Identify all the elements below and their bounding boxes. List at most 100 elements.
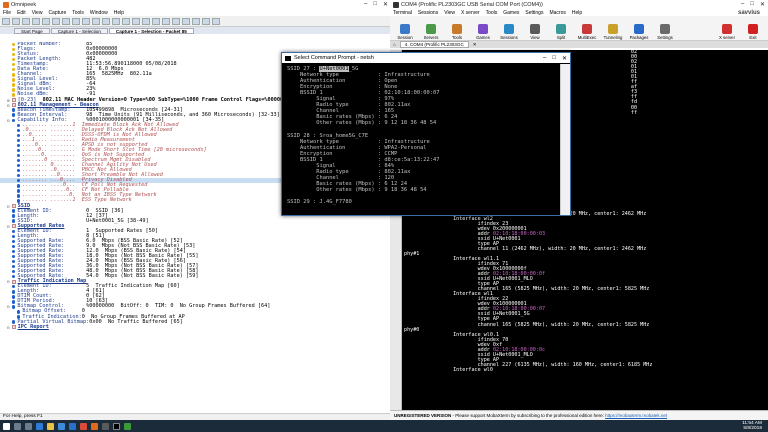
menu-bar: Terminal Sessions View X server Tools Games Se…: [390, 9, 768, 16]
field-value: 0x00 No Traffic Buffered [65]: [89, 318, 183, 325]
cmd-output[interactable]: SSID 27 : U+Net0001_5G Network type : In…: [282, 64, 560, 215]
close-icon[interactable]: ✕: [562, 55, 567, 62]
bit-icon: [17, 128, 21, 133]
field-value: U+Net0001_5G [38-49]: [86, 217, 149, 224]
bit-icon: [17, 169, 21, 173]
cmd-icon: [285, 55, 291, 61]
cmd-titlebar: Select Command Prompt - netsh – □ ✕: [282, 53, 570, 63]
toolbar-label: MultiExec: [577, 35, 597, 40]
toolbar-button[interactable]: [92, 17, 100, 25]
toolbar-button[interactable]: [212, 17, 220, 25]
toolbar-view-button[interactable]: View: [523, 24, 547, 40]
maximize-icon[interactable]: □: [750, 1, 754, 8]
field-icon: [12, 88, 16, 92]
toolbar-button[interactable]: [112, 17, 120, 25]
field-icon: [12, 229, 16, 233]
toolbar-button[interactable]: [142, 17, 150, 25]
window-title: COM4 (Prolific PL2303GC USB Serial COM P…: [401, 1, 543, 8]
toolbar-button[interactable]: [152, 17, 160, 25]
menu-item[interactable]: Terminal: [393, 10, 412, 16]
home-icon[interactable]: ⌂: [393, 42, 396, 47]
toolbar-exit-button[interactable]: Exit: [741, 24, 765, 40]
store-icon[interactable]: [58, 422, 65, 430]
menu-item[interactable]: X server: [461, 10, 480, 16]
omnipeek-icon[interactable]: [91, 422, 98, 430]
toolbar-button[interactable]: [2, 17, 10, 25]
toolbar-button[interactable]: [22, 17, 30, 25]
toolbar-servers-button[interactable]: Servers: [419, 24, 443, 40]
minimize-icon[interactable]: –: [741, 1, 744, 8]
close-icon[interactable]: ✕: [760, 1, 765, 8]
toolbar-button[interactable]: [12, 17, 20, 25]
document-tab[interactable]: Capture 1 - Selection: [50, 28, 108, 34]
toolbar-multiexec-button[interactable]: MultiExec: [575, 24, 599, 40]
minimize-icon[interactable]: –: [364, 1, 367, 8]
menu-item[interactable]: View: [32, 10, 43, 16]
field-icon: [12, 269, 16, 274]
toolbar-split-button[interactable]: Split: [549, 24, 573, 40]
toolbar-button[interactable]: [62, 17, 70, 25]
search-icon[interactable]: [14, 422, 21, 430]
maximize-icon[interactable]: □: [373, 1, 377, 8]
toolbar-button[interactable]: [42, 17, 50, 25]
document-tab[interactable]: Capture 1 - Selection - Packet 85: [108, 28, 194, 34]
decode-row[interactable]: ⊟ IPC Report: [0, 323, 391, 330]
toolbar-tunneling-button[interactable]: Tunneling: [601, 24, 625, 40]
toolbar-x-server-button[interactable]: X server: [715, 24, 739, 40]
toolbar-settings-button[interactable]: Settings: [653, 24, 677, 40]
toolbar-button[interactable]: [122, 17, 130, 25]
mail-icon[interactable]: [69, 422, 76, 430]
toolbar-button[interactable]: [172, 17, 180, 25]
section-label: IPC Report: [17, 323, 49, 330]
menu-item[interactable]: Sessions: [418, 10, 438, 16]
menu-item[interactable]: Help: [572, 10, 582, 16]
mobaxterm-icon[interactable]: [102, 422, 109, 430]
toolbar-button[interactable]: [32, 17, 40, 25]
maximize-icon[interactable]: □: [552, 55, 556, 62]
menu-item[interactable]: Help: [114, 10, 124, 16]
menu-item[interactable]: Tools: [486, 10, 498, 16]
chrome-icon[interactable]: [80, 422, 87, 430]
menu-item[interactable]: Tools: [72, 10, 84, 16]
menu-item[interactable]: Edit: [17, 10, 26, 16]
terminal-icon[interactable]: [124, 422, 131, 430]
toolbar-button[interactable]: [132, 17, 140, 25]
menu-item[interactable]: Settings: [525, 10, 543, 16]
menu-item[interactable]: Macros: [549, 10, 565, 16]
toolbar-session-button[interactable]: Session: [393, 24, 417, 40]
clock[interactable]: 11:54 AM 5/8/2018: [742, 421, 762, 431]
scrollbar[interactable]: [560, 64, 570, 215]
toolbar-button[interactable]: [192, 17, 200, 25]
edge-icon[interactable]: [36, 422, 43, 430]
toolbar-packages-button[interactable]: Packages: [627, 24, 651, 40]
toolbar-button[interactable]: [52, 17, 60, 25]
toolbar-button[interactable]: [182, 17, 190, 25]
menu-item[interactable]: Games: [503, 10, 519, 16]
toolbar-button[interactable]: [82, 17, 90, 25]
tab-com4[interactable]: 4. COM4 (Prolific PL2303GC: [399, 41, 469, 48]
cmd-icon[interactable]: [113, 422, 120, 430]
menu-item[interactable]: View: [444, 10, 455, 16]
toolbar-sessions-button[interactable]: Sessions: [497, 24, 521, 40]
toolbar-button[interactable]: [202, 17, 210, 25]
toolbar-button[interactable]: [72, 17, 80, 25]
toolbar-games-button[interactable]: Games: [471, 24, 495, 40]
minimize-icon[interactable]: –: [543, 55, 546, 62]
close-icon[interactable]: ✕: [383, 1, 388, 8]
task-view-icon[interactable]: [25, 422, 32, 430]
close-tab-icon[interactable]: ✕: [473, 42, 477, 48]
menu-item[interactable]: Window: [90, 10, 108, 16]
menu-item[interactable]: Capture: [48, 10, 66, 16]
file-explorer-icon[interactable]: [47, 422, 54, 430]
toolbar-button[interactable]: [162, 17, 170, 25]
toolbar-label: Sessions: [500, 35, 518, 40]
menu-item[interactable]: File: [3, 10, 11, 16]
brand-text: savvius: [738, 10, 761, 16]
toolbar-tools-button[interactable]: Tools: [445, 24, 469, 40]
start-icon[interactable]: [3, 422, 10, 430]
document-tab[interactable]: Start Page: [14, 28, 50, 34]
subscribe-link[interactable]: https://mobaxterm.mobatek.net: [605, 413, 667, 418]
app-icon: [3, 1, 9, 8]
toolbar-label: Settings: [657, 35, 673, 40]
toolbar-button[interactable]: [102, 17, 110, 25]
